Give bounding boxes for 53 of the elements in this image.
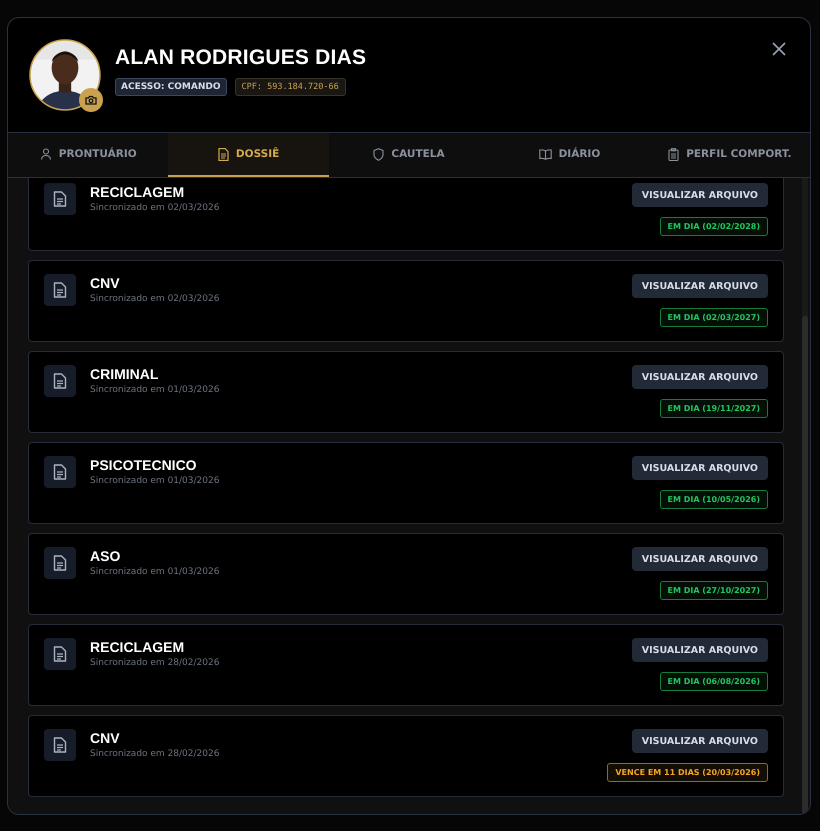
clipboard-icon — [668, 148, 680, 160]
view-file-button[interactable]: VISUALIZAR ARQUIVO — [632, 456, 768, 480]
document-title: PSICOTECNICO — [90, 457, 198, 473]
access-badge: ACESSO: COMANDO — [115, 78, 226, 96]
document-title: CNV — [90, 275, 121, 291]
document-icon — [218, 148, 229, 160]
file-icon — [44, 365, 76, 397]
shield-icon — [373, 148, 384, 160]
document-title: RECICLAGEM — [90, 639, 186, 655]
tab[interactable]: PERFIL COMPORT. — [650, 133, 810, 177]
view-file-button[interactable]: VISUALIZAR ARQUIVO — [632, 274, 768, 298]
view-file-button[interactable]: VISUALIZAR ARQUIVO — [632, 729, 768, 753]
document-title: CRIMINAL — [90, 366, 160, 382]
tab[interactable]: DIÁRIO — [489, 133, 650, 177]
person-icon — [40, 148, 52, 160]
sync-date: Sincronizado em 01/03/2026 — [90, 385, 220, 395]
sync-date: Sincronizado em 01/03/2026 — [90, 567, 220, 577]
tab[interactable]: PRONTUÁRIO — [8, 133, 168, 177]
scrollbar[interactable] — [802, 178, 808, 814]
close-button[interactable] — [772, 42, 786, 56]
status-badge: EM DIA (10/05/2026) — [660, 490, 768, 509]
file-icon — [44, 729, 76, 761]
status-badge: EM DIA (02/02/2028) — [660, 217, 768, 236]
camera-icon — [85, 95, 97, 105]
file-icon — [44, 456, 76, 488]
book-icon — [538, 148, 552, 160]
camera-button[interactable] — [79, 88, 103, 112]
view-file-button[interactable]: VISUALIZAR ARQUIVO — [632, 547, 768, 571]
status-badge: VENCE EM 11 DIAS (20/03/2026) — [607, 763, 768, 782]
tab[interactable]: DOSSIÊ — [168, 133, 329, 177]
close-icon — [772, 42, 786, 56]
file-icon — [44, 547, 76, 579]
document-title: RECICLAGEM — [90, 184, 186, 200]
sync-date: Sincronizado em 02/03/2026 — [90, 294, 220, 304]
status-badge: EM DIA (19/11/2027) — [660, 399, 768, 418]
file-icon — [44, 183, 76, 215]
document-title: ASO — [90, 548, 122, 564]
status-badge: EM DIA (06/08/2026) — [660, 672, 768, 691]
profile-name: ALAN RODRIGUES DIAS — [115, 46, 366, 70]
status-badge: EM DIA (27/10/2027) — [660, 581, 768, 600]
cpf-badge: CPF: 593.184.720-66 — [234, 78, 346, 96]
view-file-button[interactable]: VISUALIZAR ARQUIVO — [632, 183, 768, 207]
file-icon — [44, 638, 76, 670]
status-badge: EM DIA (02/03/2027) — [660, 308, 768, 327]
file-icon — [44, 274, 76, 306]
sync-date: Sincronizado em 02/03/2026 — [90, 203, 220, 213]
sync-date: Sincronizado em 28/02/2026 — [90, 658, 220, 668]
tab[interactable]: CAUTELA — [328, 133, 490, 177]
sync-date: Sincronizado em 01/03/2026 — [90, 476, 220, 486]
view-file-button[interactable]: VISUALIZAR ARQUIVO — [632, 638, 768, 662]
document-title: CNV — [90, 730, 121, 746]
sync-date: Sincronizado em 28/02/2026 — [90, 749, 220, 759]
view-file-button[interactable]: VISUALIZAR ARQUIVO — [632, 365, 768, 389]
